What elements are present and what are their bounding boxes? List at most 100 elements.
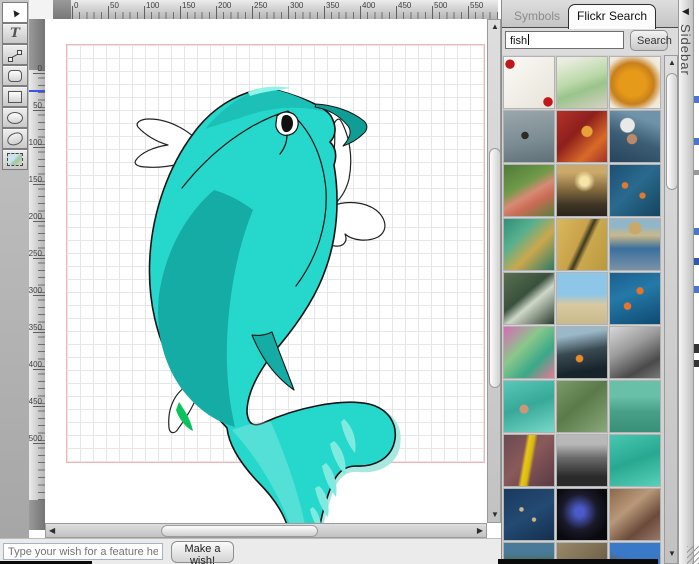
tool-freehand[interactable] <box>2 128 28 149</box>
tool-ellipse[interactable] <box>2 107 28 128</box>
flickr-result-sushi-spread[interactable] <box>557 111 607 162</box>
flickr-search-input[interactable]: fish <box>505 31 624 49</box>
page-edge-sliver <box>694 0 699 564</box>
flickr-result-underwater-selfie[interactable] <box>504 381 554 432</box>
ruler-label: 550 <box>470 1 484 10</box>
flickr-result-hat-vendor-pots[interactable] <box>610 219 660 270</box>
sidebar-collapse-handle[interactable]: ◀ Sidebar <box>678 0 694 564</box>
flickr-result-snorkeler-green[interactable] <box>610 381 660 432</box>
ruler-label: 100 <box>29 138 42 147</box>
ruler-label: 250 <box>29 249 42 258</box>
search-text: fish <box>510 35 528 47</box>
wish-input[interactable] <box>3 543 163 560</box>
ruler-label: 500 <box>29 434 42 443</box>
flickr-result-coral-garden[interactable] <box>610 489 660 540</box>
ruler-guide-marker <box>29 90 45 92</box>
ruler-label: 300 <box>29 286 42 295</box>
flickr-result-boy-cap-aquarium[interactable] <box>610 111 660 162</box>
ruler-label: 150 <box>182 1 196 10</box>
tool-select[interactable]: ▲ <box>2 2 28 23</box>
scroll-left-icon[interactable]: ◀ <box>49 527 55 535</box>
scroll-down-icon[interactable]: ▼ <box>491 511 499 519</box>
tool-rounded-rect[interactable] <box>2 65 28 86</box>
text-tool-icon: T <box>10 26 20 41</box>
ruler-label: 0 <box>37 64 42 73</box>
flickr-search-button[interactable]: Search <box>630 30 672 51</box>
make-a-wish-button[interactable]: Make a wish! <box>171 541 234 564</box>
ruler-top-offpage <box>53 0 71 19</box>
ellipse-icon <box>7 111 23 124</box>
tab-symbols[interactable]: Symbols <box>506 5 568 28</box>
tool-text[interactable]: T <box>2 23 28 44</box>
ruler-label: 400 <box>29 360 42 369</box>
ruler-label: 400 <box>362 1 376 10</box>
ruler-label: 300 <box>290 1 304 10</box>
tool-image[interactable] <box>2 149 28 170</box>
page-text-fragment <box>694 286 699 293</box>
ruler-label: 150 <box>29 175 42 184</box>
flickr-result-bw-portrait[interactable] <box>610 327 660 378</box>
ruler-corner <box>29 0 54 20</box>
flickr-result-fishing-cartoon-card[interactable] <box>504 57 554 108</box>
drawing-canvas[interactable] <box>45 19 487 523</box>
ruler-label: 250 <box>254 1 268 10</box>
canvas-hscroll-thumb[interactable] <box>161 525 318 537</box>
tab-flickr-search[interactable]: Flickr Search <box>568 4 657 29</box>
flickr-result-bw-valley[interactable] <box>557 435 607 486</box>
text-caret <box>528 34 530 45</box>
canvas-vertical-scrollbar[interactable]: ▲ ▼ <box>487 19 501 523</box>
rounded-rect-icon <box>8 69 22 82</box>
tool-rect[interactable] <box>2 86 28 107</box>
page-text-fragment <box>694 228 699 235</box>
flickr-results-grid <box>502 55 664 564</box>
flickr-result-carnival-kid[interactable] <box>504 327 554 378</box>
ruler-top: 0 50 100 150 200 250 300 350 400 450 500 550 <box>53 0 498 20</box>
flickr-result-beach-boats[interactable] <box>557 273 607 324</box>
koi-fish-drawing[interactable] <box>45 19 487 523</box>
ruler-left-offpage-bottom <box>29 500 45 530</box>
flickr-result-green-lounge-chair[interactable] <box>557 57 607 108</box>
flickr-result-fish-on-greens[interactable] <box>504 165 554 216</box>
flickr-result-fish-on-sand[interactable] <box>557 219 607 270</box>
ruler-label: 500 <box>434 1 448 10</box>
ruler-label: 0 <box>74 1 79 10</box>
scroll-up-icon[interactable]: ▲ <box>491 23 499 31</box>
flickr-result-sea-turtle[interactable] <box>557 381 607 432</box>
page-text-fragment <box>694 344 699 353</box>
page-text-fragment <box>694 138 699 145</box>
sidebar-scroll-thumb[interactable] <box>666 73 678 190</box>
ruler-label: 200 <box>29 212 42 221</box>
collapse-arrow-icon[interactable]: ◀ <box>682 6 689 17</box>
tool-palette: ▲ T <box>0 0 29 538</box>
ruler-label: 350 <box>326 1 340 10</box>
flickr-result-fried-fish-plate[interactable] <box>610 57 660 108</box>
ruler-label: 50 <box>33 101 42 110</box>
flickr-result-night-blue-fish[interactable] <box>557 489 607 540</box>
flickr-result-bird-on-log[interactable] <box>504 111 554 162</box>
sidebar-tabs: SymbolsFlickr SearchTree View <box>502 0 678 51</box>
flickr-result-deep-blue-school[interactable] <box>504 489 554 540</box>
scroll-right-icon[interactable]: ▶ <box>477 527 483 535</box>
scroll-down-icon[interactable]: ▼ <box>668 550 676 558</box>
flickr-result-aquarium-room[interactable] <box>557 327 607 378</box>
page-bottom-edge-right <box>498 559 658 564</box>
canvas-vscroll-thumb[interactable] <box>489 148 501 388</box>
sidebar-scrollbar[interactable]: ▲ ▼ <box>664 55 678 564</box>
flickr-result-reef-orange-school[interactable] <box>610 273 660 324</box>
canvas-horizontal-scrollbar[interactable]: ◀ ▶ <box>45 523 487 538</box>
flickr-result-teal-lagoon-diver[interactable] <box>610 435 660 486</box>
app-window: ▲ T 0 50 100 150 200 250 300 350 400 450 500 550 0 50… <box>0 0 699 564</box>
tool-path[interactable] <box>2 44 28 65</box>
scroll-up-icon[interactable]: ▲ <box>668 59 676 67</box>
image-tool-icon <box>7 153 23 166</box>
rect-icon <box>8 90 22 103</box>
flickr-result-pike-teeth-closeup[interactable] <box>504 273 554 324</box>
flickr-result-yellow-pipefish[interactable] <box>504 435 554 486</box>
ruler-label: 100 <box>146 1 160 10</box>
resize-grip[interactable] <box>687 546 699 564</box>
flickr-result-sunset-harbor[interactable] <box>557 165 607 216</box>
sidebar-handle-label: Sidebar <box>678 24 693 76</box>
flickr-result-market-stall[interactable] <box>504 219 554 270</box>
ruler-left-offpage-top <box>29 19 45 70</box>
flickr-result-striped-fish-school[interactable] <box>610 165 660 216</box>
